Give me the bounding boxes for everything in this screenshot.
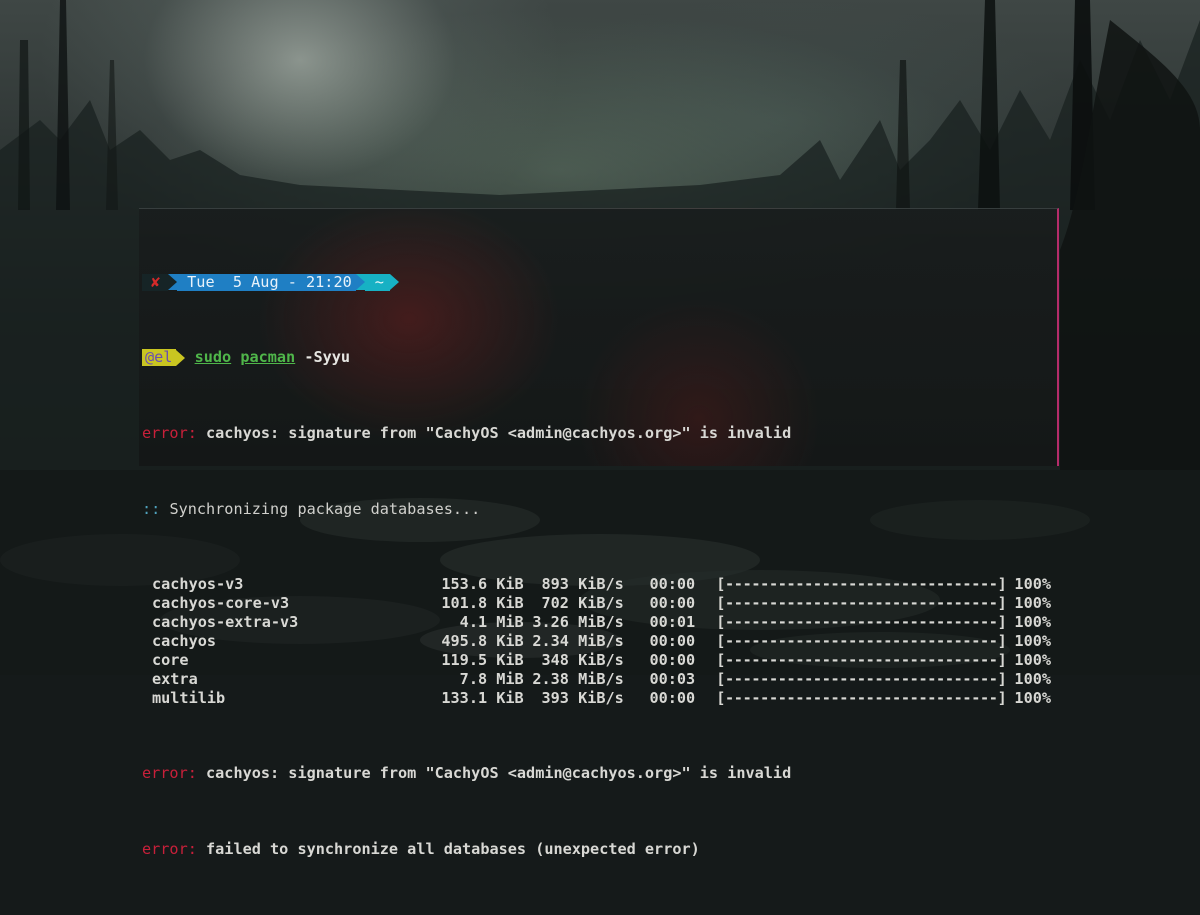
package-time: 00:00: [649, 631, 696, 650]
package-percent: 100%: [1014, 631, 1051, 650]
sync-message: Synchronizing package databases...: [160, 499, 481, 518]
package-time: 00:00: [649, 575, 696, 594]
package-list: cachyos-v3 153.6 KiB 893 KiB/s 00:00 [------…: [142, 575, 1051, 707]
package-rate: 702 KiB/s: [541, 594, 624, 613]
error-message: cachyos: signature from "CachyOS <admin@…: [196, 764, 792, 783]
package-rate: 3.26 MiB/s: [532, 612, 624, 631]
package-name: core: [152, 650, 189, 669]
command-line[interactable]: @el sudo pacman -Syyu: [142, 348, 1051, 367]
package-time: 00:03: [649, 669, 696, 688]
package-percent: 100%: [1014, 650, 1051, 669]
package-row: extra 7.8 MiB 2.38 MiB/s 00:03 [------------…: [142, 670, 1051, 689]
package-progress-bar: [-------------------------------]: [716, 650, 1007, 669]
package-name: multilib: [152, 688, 226, 707]
package-rate: 348 KiB/s: [541, 650, 624, 669]
package-name: cachyos-extra-v3: [152, 612, 299, 631]
package-progress-bar: [-------------------------------]: [716, 669, 1007, 688]
package-name: cachyos-core-v3: [152, 594, 290, 613]
package-size: 101.8 KiB: [441, 594, 524, 613]
package-name: extra: [152, 669, 198, 688]
package-percent: 100%: [1014, 669, 1051, 688]
error-label: error:: [142, 764, 197, 783]
package-size: 7.8 MiB: [459, 669, 524, 688]
terminal-window[interactable]: ✘ Tue 5 Aug - 21:20 ~ @el sudo pacman -Syy…: [139, 208, 1059, 858]
package-rate: 893 KiB/s: [541, 575, 624, 594]
package-row: cachyos-v3 153.6 KiB 893 KiB/s 00:00 [------…: [142, 575, 1051, 594]
terminal-output: ✘ Tue 5 Aug - 21:20 ~ @el sudo pacman -Syy…: [142, 216, 1051, 915]
package-percent: 100%: [1014, 575, 1051, 594]
package-rate: 2.38 MiB/s: [532, 669, 624, 688]
package-name: cachyos-v3: [152, 575, 244, 594]
package-size: 119.5 KiB: [441, 650, 524, 669]
error-message: failed to synchronize all databases (une…: [196, 839, 700, 858]
package-progress-bar: [-------------------------------]: [716, 594, 1007, 613]
package-progress-bar: [-------------------------------]: [716, 612, 1007, 631]
prompt-separator-icon: [389, 274, 399, 291]
command-sudo: sudo: [194, 348, 232, 367]
error-line: error: failed to synchronize all databas…: [142, 840, 1051, 859]
x-mark-icon: ✘: [142, 273, 169, 291]
package-row: cachyos-extra-v3 4.1 MiB 3.26 MiB/s 00:01 [-…: [142, 613, 1051, 632]
package-size: 495.8 KiB: [441, 631, 524, 650]
error-label: error:: [142, 423, 197, 442]
package-size: 153.6 KiB: [441, 575, 524, 594]
package-size: 133.1 KiB: [441, 688, 524, 707]
package-time: 00:00: [649, 650, 696, 669]
package-percent: 100%: [1014, 688, 1051, 707]
prompt-user: @el: [142, 348, 177, 366]
package-rate: 393 KiB/s: [541, 688, 624, 707]
sync-line: :: Synchronizing package databases...: [142, 500, 1051, 519]
error-message: cachyos: signature from "CachyOS <admin@…: [196, 423, 792, 442]
command-args: -Syyu: [295, 348, 351, 367]
package-name: cachyos: [152, 631, 217, 650]
package-progress-bar: [-------------------------------]: [716, 575, 1007, 594]
package-time: 00:00: [649, 688, 696, 707]
command-program: pacman: [240, 348, 296, 367]
prompt-separator-icon: [176, 349, 186, 366]
package-row: multilib 133.1 KiB 393 KiB/s 00:00 [--------…: [142, 689, 1051, 708]
package-progress-bar: [-------------------------------]: [716, 631, 1007, 650]
error-line: error: cachyos: signature from "CachyOS …: [142, 764, 1051, 783]
package-percent: 100%: [1014, 594, 1051, 613]
prompt-separator-icon: [168, 274, 178, 291]
error-line: error: cachyos: signature from "CachyOS …: [142, 424, 1051, 443]
package-rate: 2.34 MiB/s: [532, 631, 624, 650]
package-size: 4.1 MiB: [459, 612, 524, 631]
sync-prefix: ::: [142, 499, 161, 518]
prompt-directory: ~: [364, 273, 390, 291]
error-label: error:: [142, 839, 197, 858]
package-row: core 119.5 KiB 348 KiB/s 00:00 [------------…: [142, 651, 1051, 670]
prompt-datetime: Tue 5 Aug - 21:20: [177, 273, 356, 291]
shell-prompt: ✘ Tue 5 Aug - 21:20 ~: [142, 273, 1051, 292]
package-row: cachyos 495.8 KiB 2.34 MiB/s 00:00 [--------…: [142, 632, 1051, 651]
package-row: cachyos-core-v3 101.8 KiB 702 KiB/s 00:00 [-…: [142, 594, 1051, 613]
prompt-separator-icon: [355, 274, 365, 291]
package-time: 00:01: [649, 612, 696, 631]
package-percent: 100%: [1014, 612, 1051, 631]
package-time: 00:00: [649, 594, 696, 613]
package-progress-bar: [-------------------------------]: [716, 688, 1007, 707]
